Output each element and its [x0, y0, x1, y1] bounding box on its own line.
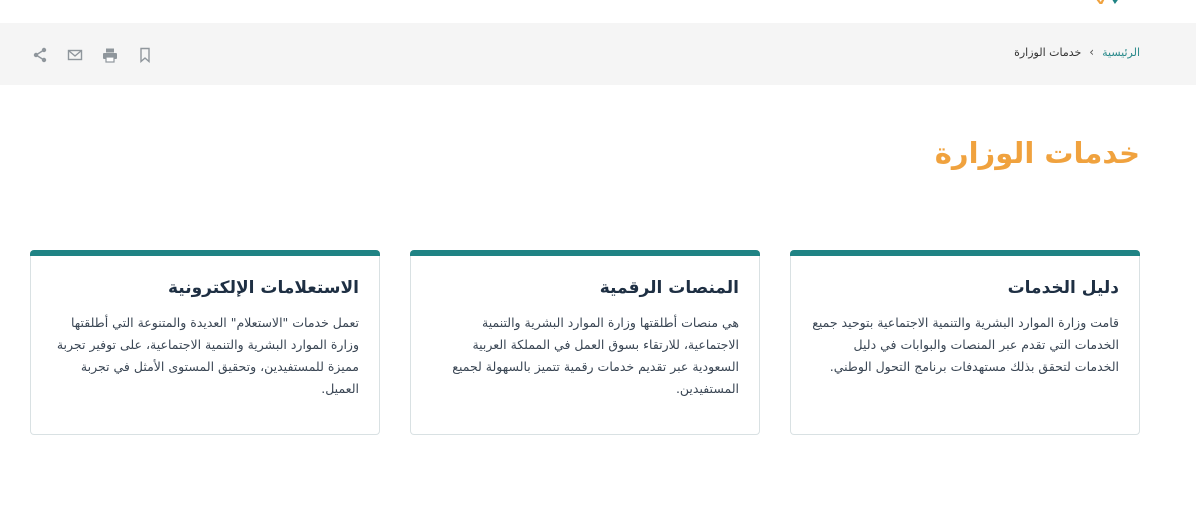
- bookmark-button[interactable]: [133, 43, 156, 66]
- page-title: خدمات الوزارة: [934, 136, 1140, 170]
- share-icon: [33, 47, 46, 62]
- card-title: دليل الخدمات: [1007, 278, 1119, 298]
- ministry-logo-icon[interactable]: [1093, 0, 1123, 4]
- breadcrumb-current: خدمات الوزارة: [1014, 45, 1082, 59]
- print-icon: [102, 48, 117, 63]
- email-icon: [67, 49, 82, 60]
- print-button[interactable]: [98, 43, 121, 66]
- e-inquiries-card[interactable]: الاستعلامات الإلكترونية تعمل خدمات "الاس…: [30, 250, 380, 435]
- service-guide-card[interactable]: دليل الخدمات قامت وزارة الموارد البشرية …: [790, 250, 1140, 435]
- card-description: هي منصات أطلقتها وزارة الموارد البشرية و…: [452, 315, 739, 396]
- utility-bar: الرئيسية › خدمات الوزارة: [0, 23, 1196, 85]
- page-tools: [28, 43, 156, 66]
- bookmark-icon: [139, 47, 150, 63]
- breadcrumb-home-link[interactable]: الرئيسية: [1102, 46, 1140, 59]
- card-description: قامت وزارة الموارد البشرية والتنمية الاج…: [812, 315, 1119, 374]
- share-button[interactable]: [28, 43, 51, 66]
- email-button[interactable]: [63, 43, 86, 66]
- breadcrumb-separator: ›: [1089, 45, 1095, 59]
- card-title: المنصات الرقمية: [599, 278, 739, 298]
- breadcrumb: الرئيسية › خدمات الوزارة: [1014, 45, 1140, 59]
- top-header: [0, 0, 1196, 23]
- card-title: الاستعلامات الإلكترونية: [167, 278, 359, 298]
- service-cards: دليل الخدمات قامت وزارة الموارد البشرية …: [30, 250, 1140, 437]
- card-description: تعمل خدمات "الاستعلام" العديدة والمتنوعة…: [56, 315, 359, 396]
- digital-platforms-card[interactable]: المنصات الرقمية هي منصات أطلقتها وزارة ا…: [410, 250, 760, 435]
